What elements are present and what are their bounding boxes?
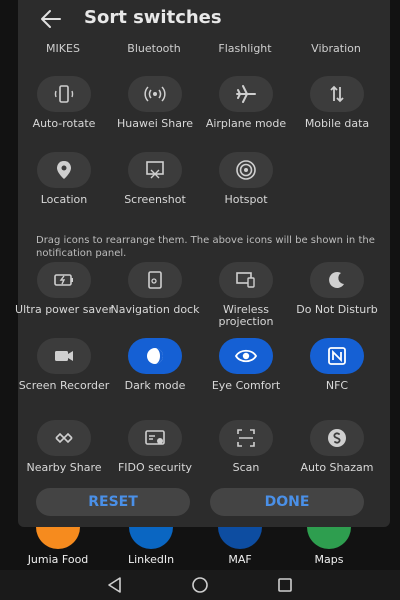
switch-label: Ultra power saver bbox=[15, 303, 113, 316]
switch-label: Auto Shazam bbox=[300, 461, 374, 474]
top-switch-label[interactable]: Flashlight bbox=[200, 42, 290, 55]
app-maps[interactable]: Maps bbox=[283, 527, 375, 566]
switch-ultra-power-saver[interactable]: Ultra power saver bbox=[15, 262, 113, 334]
back-button[interactable] bbox=[38, 7, 64, 31]
app-maf[interactable]: MAF bbox=[194, 527, 286, 566]
app-label: Jumia Food bbox=[27, 553, 89, 566]
switch-auto-shazam[interactable]: Auto Shazam bbox=[291, 420, 383, 492]
switch-wireless-projection[interactable]: Wireless projection bbox=[200, 262, 292, 334]
switch-label: NFC bbox=[325, 379, 349, 392]
triangle-back-icon bbox=[108, 577, 121, 593]
switch-label: Do Not Disturb bbox=[296, 303, 378, 316]
switch-huawei-share[interactable]: Huawei Share bbox=[109, 76, 201, 148]
top-switch-label[interactable]: Bluetooth bbox=[109, 42, 199, 55]
battery-icon bbox=[54, 274, 73, 286]
switch-mobile-data[interactable]: Mobile data bbox=[291, 76, 383, 148]
drag-hint: Drag icons to rearrange them. The above … bbox=[36, 235, 375, 259]
nfc-icon bbox=[328, 347, 346, 365]
switch-label: Eye Comfort bbox=[211, 379, 281, 392]
header: Sort switches bbox=[18, 0, 390, 40]
jumia-food-app-icon bbox=[36, 527, 80, 549]
mobile-data-icon bbox=[330, 85, 344, 103]
maf-app-icon bbox=[218, 527, 262, 549]
switch-auto-rotate[interactable]: Auto-rotate bbox=[18, 76, 110, 148]
sort-switches-panel: Sort switches MIKES Bluetooth Flashlight… bbox=[15, 0, 390, 527]
dark-mode-icon bbox=[147, 348, 163, 364]
switch-hotspot[interactable]: Hotspot bbox=[200, 152, 292, 224]
switch-nfc[interactable]: NFC bbox=[291, 338, 383, 410]
top-switch-label[interactable]: MIKES bbox=[18, 42, 108, 55]
switch-label: Huawei Share bbox=[116, 117, 194, 130]
location-icon bbox=[57, 161, 71, 179]
square-recents-icon bbox=[278, 578, 292, 592]
switch-airplane-mode[interactable]: Airplane mode bbox=[200, 76, 292, 148]
hotspot-icon bbox=[236, 160, 256, 180]
shazam-icon bbox=[328, 429, 346, 447]
screenshot-icon bbox=[146, 161, 164, 179]
switch-location[interactable]: Location bbox=[18, 152, 110, 224]
done-button[interactable]: DONE bbox=[210, 488, 364, 516]
auto-rotate-icon bbox=[54, 85, 74, 103]
airplane-icon bbox=[236, 85, 256, 103]
switch-dark-mode[interactable]: Dark mode bbox=[109, 338, 201, 410]
switch-do-not-disturb[interactable]: Do Not Disturb bbox=[291, 262, 383, 334]
nearby-share-icon bbox=[55, 432, 73, 444]
switch-label: Scan bbox=[232, 461, 260, 474]
app-label: Maps bbox=[314, 553, 344, 566]
switch-screenshot[interactable]: Screenshot bbox=[109, 152, 201, 224]
switch-label: Location bbox=[40, 193, 88, 206]
switch-nearby-share[interactable]: Nearby Share bbox=[18, 420, 110, 492]
page-title: Sort switches bbox=[84, 7, 222, 28]
switch-navigation-dock[interactable]: Navigation dock bbox=[109, 262, 201, 334]
switch-label: Navigation dock bbox=[110, 303, 200, 316]
linkedin-app-icon bbox=[129, 527, 173, 549]
switch-label: Nearby Share bbox=[26, 461, 102, 474]
nav-home-button[interactable] bbox=[185, 575, 215, 595]
huawei-share-icon bbox=[144, 86, 166, 102]
app-linkedin[interactable]: LinkedIn bbox=[105, 527, 197, 566]
switch-label: FIDO security bbox=[117, 461, 193, 474]
switch-label: Auto-rotate bbox=[32, 117, 96, 130]
reset-button[interactable]: RESET bbox=[36, 488, 190, 516]
home-app-dock: Jumia Food LinkedIn MAF Maps bbox=[0, 527, 400, 570]
switch-label: Airplane mode bbox=[205, 117, 287, 130]
screen-recorder-icon bbox=[55, 351, 73, 361]
switch-label: Mobile data bbox=[304, 117, 370, 130]
moon-icon bbox=[329, 271, 344, 288]
fido-security-icon bbox=[145, 430, 165, 445]
switch-label: Hotspot bbox=[224, 193, 268, 206]
system-navigation-bar bbox=[0, 570, 400, 600]
navigation-dock-icon bbox=[148, 271, 162, 289]
switch-screen-recorder[interactable]: Screen Recorder bbox=[18, 338, 110, 410]
circle-home-icon bbox=[192, 577, 208, 593]
switch-label: Screenshot bbox=[124, 193, 186, 206]
switch-fido-security[interactable]: FIDO security bbox=[109, 420, 201, 492]
nav-back-button[interactable] bbox=[100, 575, 130, 595]
nav-recents-button[interactable] bbox=[270, 575, 300, 595]
switch-label: Dark mode bbox=[124, 379, 186, 392]
app-label: LinkedIn bbox=[127, 553, 175, 566]
switch-scan[interactable]: Scan bbox=[200, 420, 292, 492]
scan-icon bbox=[237, 429, 255, 447]
wireless-projection-icon bbox=[236, 272, 255, 288]
top-switch-label[interactable]: Vibration bbox=[291, 42, 381, 55]
switch-eye-comfort[interactable]: Eye Comfort bbox=[200, 338, 292, 410]
maps-app-icon bbox=[307, 527, 351, 549]
app-label: MAF bbox=[228, 553, 252, 566]
switch-label: Screen Recorder bbox=[18, 379, 110, 392]
eye-icon bbox=[235, 349, 257, 363]
app-jumia-food[interactable]: Jumia Food bbox=[12, 527, 104, 566]
arrow-left-icon bbox=[41, 10, 61, 28]
switch-label: Wireless projection bbox=[218, 303, 274, 328]
